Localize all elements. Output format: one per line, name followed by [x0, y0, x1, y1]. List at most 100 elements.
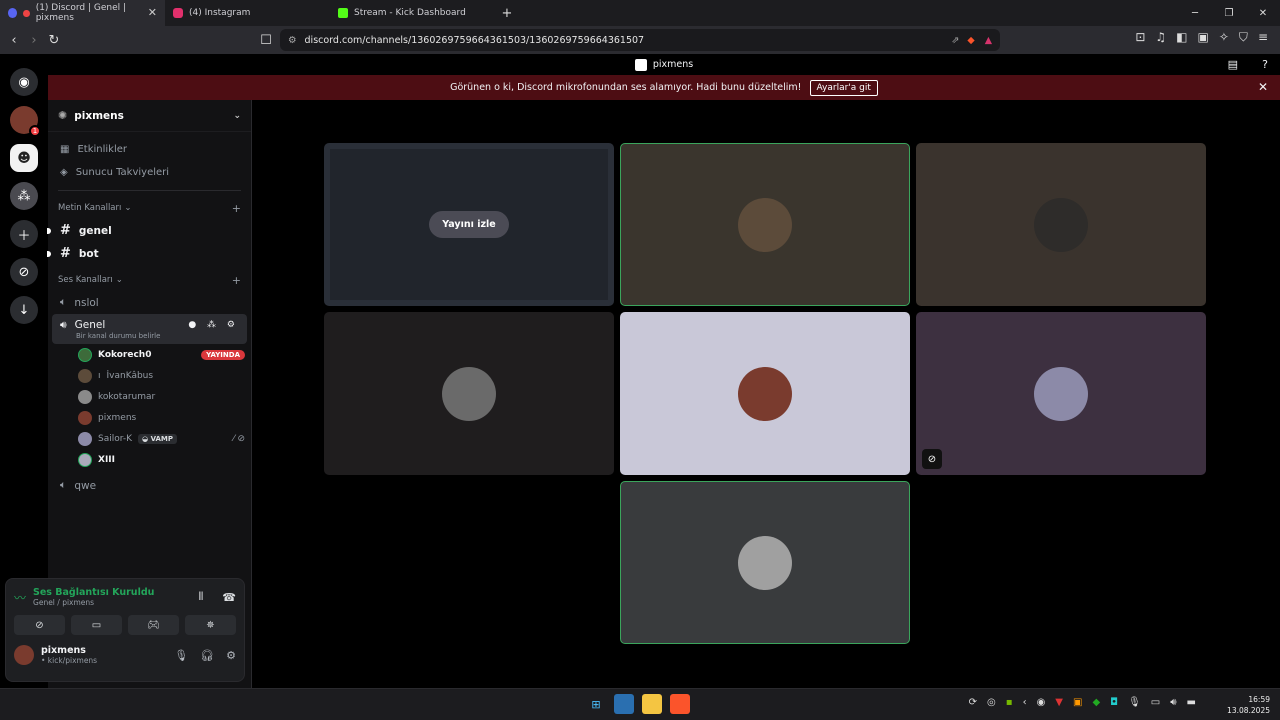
- desktop-app-icon[interactable]: [614, 694, 634, 714]
- voice-channel-genel[interactable]: 🔊︎ Genel ● ⁂ ⚙ Bir kanal durumu belirle: [52, 314, 247, 344]
- microphone-icon[interactable]: 🎙︎: [1128, 697, 1141, 708]
- dm-avatar[interactable]: 1: [10, 106, 41, 137]
- text-category[interactable]: Metin Kanalları ⌄ +: [48, 197, 251, 219]
- wallet-icon[interactable]: ▣: [1198, 30, 1209, 45]
- close-window-icon[interactable]: ✕: [1246, 0, 1280, 26]
- tab-kick[interactable]: Stream - Kick Dashboard: [330, 0, 495, 26]
- brave-shield-icon[interactable]: ◆: [967, 35, 974, 46]
- voice-user[interactable]: XIII: [48, 449, 251, 470]
- settings-icon[interactable]: ⚙: [226, 649, 236, 662]
- channel-status[interactable]: Bir kanal durumu belirle: [76, 332, 160, 340]
- voice-user[interactable]: Kokorech0 YAYINDA: [48, 344, 251, 365]
- events-item[interactable]: ▦ Etkinlikler: [48, 138, 251, 161]
- headphones-icon[interactable]: 🎧︎: [200, 649, 214, 662]
- battery-icon[interactable]: ▬: [1187, 697, 1196, 708]
- tab-discord[interactable]: (1) Discord | Genel | pixmens ✕: [0, 0, 165, 26]
- screen-share-button[interactable]: ▭: [71, 615, 122, 635]
- file-explorer-icon[interactable]: [642, 694, 662, 714]
- volume-icon[interactable]: 🔊︎: [1170, 697, 1176, 708]
- channel-genel[interactable]: # genel: [47, 219, 251, 242]
- participant-tile[interactable]: [324, 312, 614, 475]
- voice-user[interactable]: kokotarumar: [48, 386, 251, 407]
- disconnect-icon[interactable]: ☎: [222, 591, 236, 604]
- media-icon[interactable]: ♫: [1155, 30, 1166, 45]
- tray-app-icon[interactable]: ◘: [1110, 697, 1118, 708]
- tray-app-icon[interactable]: ‹: [1023, 697, 1027, 708]
- reload-icon[interactable]: ↻: [44, 33, 64, 48]
- stream-tile[interactable]: Yayını izle: [324, 143, 614, 306]
- clock-date: 13.08.2025: [1227, 706, 1270, 715]
- channel-actions-icons[interactable]: ● ⁂ ⚙: [188, 320, 239, 330]
- start-icon[interactable]: ⊞: [586, 694, 606, 714]
- tray-app-icon[interactable]: ▼: [1055, 697, 1063, 708]
- tray-app-icon[interactable]: ◆: [1092, 697, 1100, 708]
- add-channel-icon[interactable]: +: [232, 202, 241, 215]
- voice-grid: Yayını izle ⊘: [252, 100, 1280, 688]
- sidebar-icon[interactable]: ◧: [1176, 30, 1187, 45]
- tray-app-icon[interactable]: ◎: [987, 697, 996, 708]
- kick-favicon-icon: [338, 8, 348, 18]
- voice-user[interactable]: Sailor-K ◒ VAMP ⁄ ⊘: [48, 428, 251, 449]
- nvidia-icon[interactable]: ▪: [1006, 697, 1013, 708]
- network-icon[interactable]: ▭: [1151, 697, 1160, 708]
- avatar[interactable]: [14, 645, 34, 665]
- voice-user[interactable]: ı İvanKâbus: [48, 365, 251, 386]
- add-channel-icon[interactable]: +: [232, 274, 241, 287]
- camera-button[interactable]: ⊘: [14, 615, 65, 635]
- menu-icon[interactable]: ≡: [1258, 30, 1268, 45]
- tray-app-icon[interactable]: ▣: [1073, 697, 1082, 708]
- close-banner-icon[interactable]: ✕: [1258, 80, 1268, 94]
- server-folder-icon[interactable]: ⁂: [10, 182, 38, 210]
- download-apps-icon[interactable]: ↓: [10, 296, 38, 324]
- voice-user[interactable]: pixmens: [48, 407, 251, 428]
- tray-app-icon[interactable]: ◉: [1037, 697, 1046, 708]
- voice-category[interactable]: Ses Kanalları ⌄ +: [48, 269, 251, 291]
- browser-actions: ⊡ ♫ ◧ ▣ ✧ ⛉ ≡: [1135, 30, 1268, 45]
- user-status: • kick/pixmens: [41, 656, 98, 665]
- site-info-icon[interactable]: ⚙: [288, 35, 297, 46]
- discord-home-icon[interactable]: ◉: [10, 68, 38, 96]
- participant-tile[interactable]: ⊘: [916, 312, 1206, 475]
- connection-location[interactable]: Genel / pixmens: [33, 598, 154, 607]
- brave-rewards-icon[interactable]: ▲: [985, 35, 992, 46]
- inbox-icon[interactable]: ▤: [1228, 58, 1238, 71]
- tab-instagram[interactable]: (4) Instagram: [165, 0, 330, 26]
- screenshot-icon[interactable]: ⊡: [1135, 30, 1145, 45]
- go-to-settings-button[interactable]: Ayarlar'a git: [809, 79, 878, 96]
- participant-tile[interactable]: [916, 143, 1206, 306]
- forward-icon[interactable]: ›: [24, 33, 44, 48]
- channel-bot[interactable]: # bot: [47, 242, 251, 265]
- server-header[interactable]: ✺ pixmens ⌄: [48, 100, 251, 132]
- participant-tile[interactable]: [620, 143, 910, 306]
- new-tab-button[interactable]: +: [499, 6, 515, 21]
- minimize-icon[interactable]: ─: [1178, 0, 1212, 26]
- clock[interactable]: 16:59 13.08.2025: [1227, 694, 1270, 716]
- server-pixmens-icon[interactable]: ☻: [10, 144, 38, 172]
- clan-tag-text: VAMP: [150, 434, 174, 443]
- close-tab-icon[interactable]: ✕: [148, 6, 157, 19]
- voice-channel-qwe[interactable]: 🔈︎ qwe: [48, 474, 251, 497]
- address-bar[interactable]: ⚙ discord.com/channels/13602697596643615…: [280, 29, 1000, 51]
- discover-icon[interactable]: ⊘: [10, 258, 38, 286]
- connection-title[interactable]: Ses Bağlantısı Kuruldu: [33, 587, 154, 598]
- brave-browser-icon[interactable]: [670, 694, 690, 714]
- tray-app-icon[interactable]: ⟳: [969, 697, 977, 708]
- back-icon[interactable]: ‹: [4, 33, 24, 48]
- activities-button[interactable]: 🎮︎: [128, 615, 179, 635]
- participant-tile[interactable]: [620, 481, 910, 644]
- server-boosts-item[interactable]: ◈ Sunucu Takviyeleri: [48, 161, 251, 184]
- bookmark-icon[interactable]: ☐: [256, 33, 276, 48]
- soundboard-button[interactable]: ✵: [185, 615, 236, 635]
- watch-stream-button[interactable]: Yayını izle: [429, 211, 509, 238]
- microphone-icon[interactable]: 🎙︎: [174, 649, 188, 662]
- leo-icon[interactable]: ✧: [1219, 30, 1229, 45]
- noise-suppression-icon[interactable]: ⦀: [198, 590, 203, 604]
- help-icon[interactable]: ?: [1262, 58, 1268, 71]
- voice-channel-nslol[interactable]: 🔈︎ nslol: [48, 291, 251, 314]
- restore-icon[interactable]: ❐: [1212, 0, 1246, 26]
- share-icon[interactable]: ⇗: [951, 35, 959, 46]
- add-server-icon[interactable]: ＋: [10, 220, 38, 248]
- vpn-icon[interactable]: ⛉: [1239, 30, 1248, 45]
- participant-tile[interactable]: [620, 312, 910, 475]
- connection-status: 〰 Ses Bağlantısı Kuruldu Genel / pixmens…: [6, 579, 244, 607]
